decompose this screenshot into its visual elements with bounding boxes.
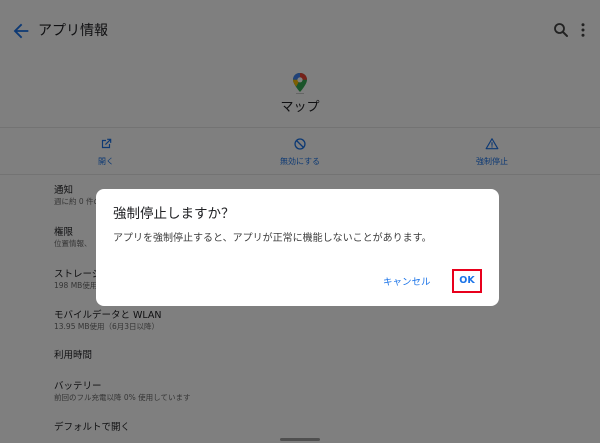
force-stop-dialog: 強制停止しますか？ アプリを強制停止すると、アプリが正常に機能しないことがありま… bbox=[96, 189, 499, 306]
cancel-button[interactable]: キャンセル bbox=[383, 277, 431, 289]
dialog-message: アプリを強制停止すると、アプリが正常に機能しないことがあります。 bbox=[113, 233, 432, 244]
dialog-title: 強制停止しますか？ bbox=[113, 206, 235, 222]
ok-button[interactable]: OK bbox=[452, 269, 482, 293]
